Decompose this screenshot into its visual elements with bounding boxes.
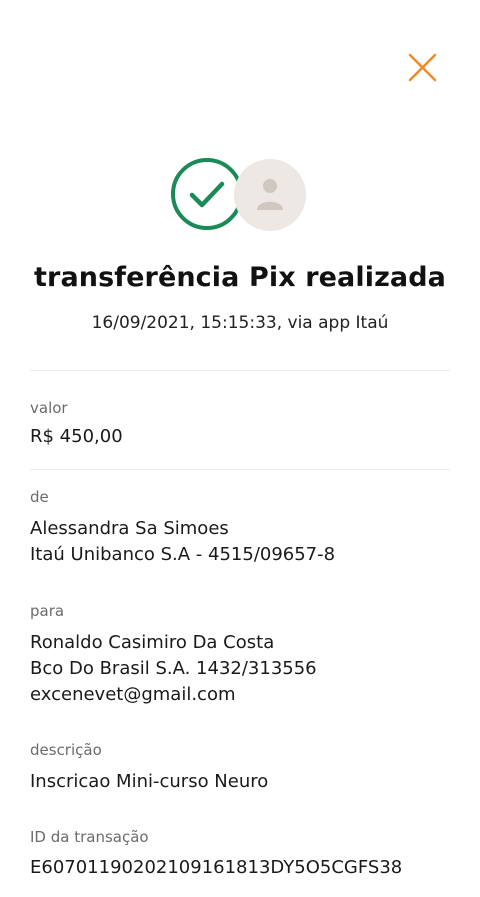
- transaction-id: E60701190202109161813DY5O5CGFS38: [30, 857, 403, 878]
- close-icon: [408, 53, 437, 82]
- de-bank: Itaú Unibanco S.A - 4515/09657-8: [30, 544, 336, 565]
- para-bank: Bco Do Brasil S.A. 1432/313556: [30, 658, 317, 679]
- status-icons: [0, 157, 480, 231]
- de-name: Alessandra Sa Simoes: [30, 518, 229, 539]
- close-button[interactable]: [404, 50, 440, 86]
- descricao-text: Inscricao Mini-curso Neuro: [30, 771, 269, 792]
- avatar: [234, 159, 306, 231]
- page-title: transferência Pix realizada: [34, 262, 446, 293]
- transaction-id-label: ID da transação: [30, 828, 149, 846]
- transaction-datetime: 16/09/2021, 15:15:33, via app Itaú: [91, 313, 389, 333]
- para-name: Ronaldo Casimiro Da Costa: [30, 632, 275, 653]
- check-circle-icon: [170, 157, 244, 231]
- valor-amount: R$ 450,00: [30, 426, 123, 447]
- valor-label: valor: [30, 399, 68, 417]
- divider: [30, 370, 450, 371]
- para-label: para: [30, 602, 65, 620]
- de-label: de: [30, 488, 49, 506]
- descricao-label: descrição: [30, 741, 102, 759]
- divider: [30, 469, 450, 470]
- para-key: excenevet@gmail.com: [30, 684, 236, 705]
- person-icon: [257, 179, 283, 210]
